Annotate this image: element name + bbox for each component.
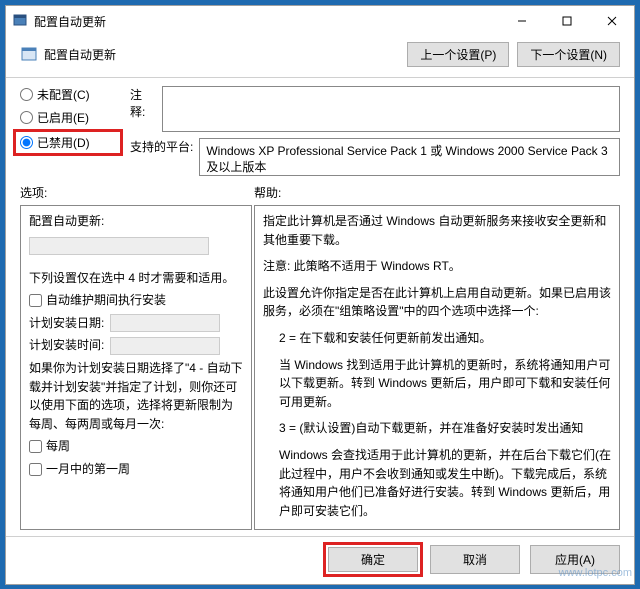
install-day-select[interactable] <box>110 314 220 332</box>
dialog-window: 配置自动更新 配置自动更新 上一个设置(P) 下一个设置(N) 未配置(C) <box>5 5 635 585</box>
cancel-button[interactable]: 取消 <box>430 545 520 574</box>
help-p2: 注意: 此策略不适用于 Windows RT。 <box>263 257 611 276</box>
minimize-button[interactable] <box>499 6 544 36</box>
maintenance-checkbox[interactable] <box>29 294 42 307</box>
window-controls <box>499 6 634 36</box>
options-note: 下列设置仅在选中 4 时才需要和适用。 <box>29 269 243 288</box>
install-day-label: 计划安装日期: <box>29 314 104 333</box>
policy-icon <box>20 46 38 64</box>
configure-select[interactable] <box>29 237 209 255</box>
first-week-checkbox[interactable] <box>29 463 42 476</box>
help-p7: Windows 会查找适用于此计算机的更新，并在后台下载它们(在此过程中，用户不… <box>263 446 611 520</box>
help-p4: 2 = 在下载和安装任何更新前发出通知。 <box>263 329 611 348</box>
ok-button[interactable]: 确定 <box>328 547 418 572</box>
titlebar: 配置自动更新 <box>6 6 634 36</box>
help-p1: 指定此计算机是否通过 Windows 自动更新服务来接收安全更新和其他重要下载。 <box>263 212 611 249</box>
help-panel[interactable]: 指定此计算机是否通过 Windows 自动更新服务来接收安全更新和其他重要下载。… <box>254 205 620 530</box>
maximize-button[interactable] <box>544 6 589 36</box>
previous-setting-button[interactable]: 上一个设置(P) <box>407 42 509 67</box>
weekly-checkbox[interactable] <box>29 440 42 453</box>
help-p3: 此设置允许你指定是否在此计算机上启用自动更新。如果已启用该服务，必须在"组策略设… <box>263 284 611 321</box>
app-icon <box>12 13 28 29</box>
state-radios: 未配置(C) 已启用(E) 已禁用(D) <box>20 86 120 176</box>
window-title: 配置自动更新 <box>34 13 499 30</box>
help-p6: 3 = (默认设置)自动下载更新，并在准备好安装时发出通知 <box>263 419 611 438</box>
radio-enabled[interactable]: 已启用(E) <box>20 109 120 126</box>
maintenance-checkbox-row[interactable]: 自动维护期间执行安装 <box>29 291 243 310</box>
comment-label: 注释: <box>130 86 156 120</box>
options-heading: 选项: <box>20 184 254 201</box>
help-p5: 当 Windows 找到适用于此计算机的更新时，系统将通知用户可以下载更新。转到… <box>263 356 611 412</box>
radio-not-configured-input[interactable] <box>20 88 33 101</box>
first-week-checkbox-row[interactable]: 一月中的第一周 <box>29 460 243 479</box>
comment-textbox[interactable] <box>162 86 620 132</box>
platform-label: 支持的平台: <box>130 138 193 155</box>
radio-disabled-input[interactable] <box>20 136 33 149</box>
schedule-note: 如果你为计划安装日期选择了"4 - 自动下载并计划安装"并指定了计划，则你还可以… <box>29 359 243 433</box>
header-row: 配置自动更新 上一个设置(P) 下一个设置(N) <box>6 36 634 77</box>
options-title: 配置自动更新: <box>29 212 243 231</box>
platform-textbox[interactable]: Windows XP Professional Service Pack 1 或… <box>199 138 620 176</box>
radio-disabled[interactable]: 已禁用(D) <box>20 134 116 151</box>
next-setting-button[interactable]: 下一个设置(N) <box>517 42 620 67</box>
policy-title: 配置自动更新 <box>44 46 407 63</box>
options-panel[interactable]: 配置自动更新: 下列设置仅在选中 4 时才需要和适用。 自动维护期间执行安装 计… <box>20 205 252 530</box>
install-time-select[interactable] <box>110 337 220 355</box>
radio-enabled-input[interactable] <box>20 111 33 124</box>
weekly-checkbox-row[interactable]: 每周 <box>29 437 243 456</box>
help-heading: 帮助: <box>254 184 281 201</box>
install-time-label: 计划安装时间: <box>29 336 104 355</box>
footer: 确定 取消 应用(A) <box>6 536 634 584</box>
radio-not-configured[interactable]: 未配置(C) <box>20 86 120 103</box>
close-button[interactable] <box>589 6 634 36</box>
watermark: www.lotpc.com <box>559 567 632 579</box>
